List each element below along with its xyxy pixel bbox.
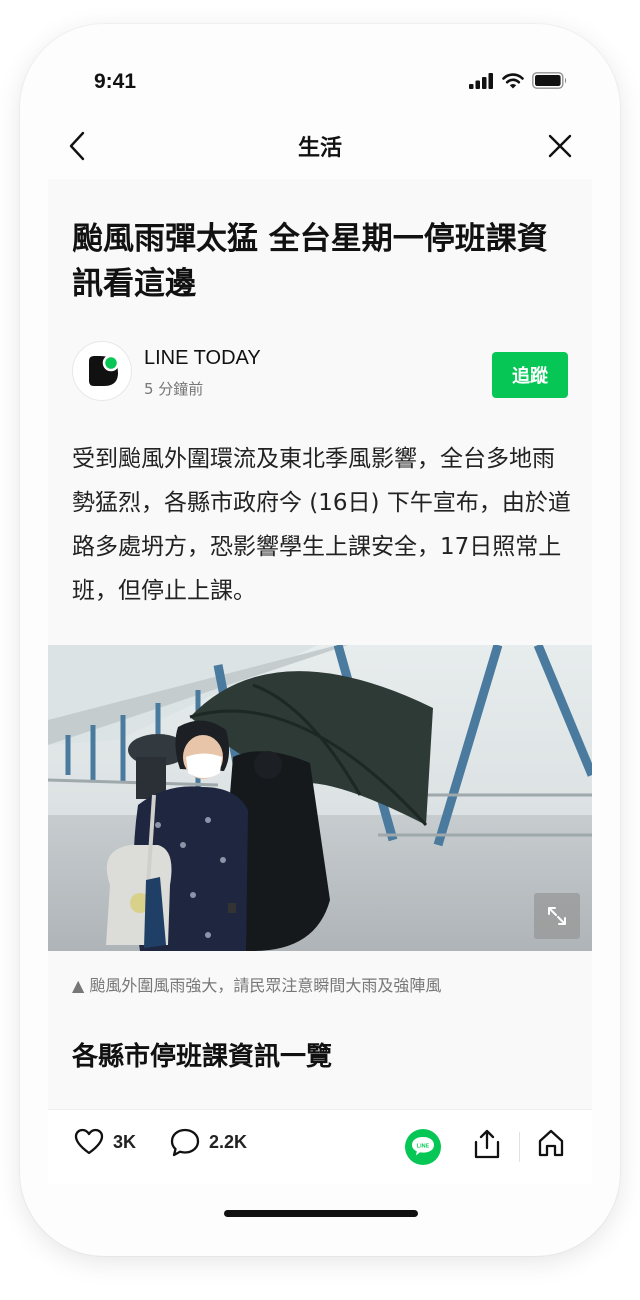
heart-icon	[74, 1128, 104, 1155]
bottom-action-bar: 3K 2.2K LINE	[48, 1109, 592, 1184]
expand-icon	[548, 907, 566, 925]
publisher-row: LINE TODAY 5 分鐘前 追蹤	[72, 341, 568, 401]
line-logo-icon: LINE	[405, 1129, 441, 1165]
close-button[interactable]	[540, 126, 580, 166]
section-title: 各縣市停班課資訊一覽	[72, 1042, 333, 1072]
close-icon	[548, 134, 572, 158]
publisher-name[interactable]: LINE TODAY	[144, 347, 261, 370]
share-button[interactable]	[472, 1128, 502, 1160]
image-caption: ▲ 颱風外圍風雨強大，請民眾注意瞬間大雨及強陣風	[72, 976, 442, 995]
comment-count: 2.2K	[209, 1132, 248, 1152]
status-bar: 9:41	[20, 64, 620, 104]
line-logo-text: LINE	[417, 1143, 430, 1149]
publish-time: 5 分鐘前	[144, 380, 204, 398]
follow-button[interactable]: 追蹤	[492, 352, 568, 398]
home-button[interactable]	[536, 1128, 566, 1158]
phone-frame: 9:41 生活 颱風雨彈太猛 全台星期一停班課資訊看這邊 LINE TODAY …	[20, 24, 620, 1256]
home-icon	[538, 1129, 564, 1157]
nav-bar: 生活	[20, 122, 620, 174]
line-today-logo-icon	[89, 354, 120, 386]
status-icons	[469, 72, 568, 89]
article-body: 受到颱風外圍環流及東北季風影響，全台多地雨勢猛烈，各縣市政府今 (16日) 下午…	[72, 446, 571, 604]
wifi-icon	[502, 72, 524, 88]
nav-title: 生活	[297, 136, 342, 161]
share-icon	[474, 1129, 500, 1159]
publisher-logo[interactable]	[72, 341, 132, 401]
comment-button[interactable]: 2.2K	[170, 1128, 247, 1157]
article-headline: 颱風雨彈太猛 全台星期一停班課資訊看這邊	[72, 221, 548, 302]
line-share-button[interactable]: LINE	[404, 1128, 442, 1166]
like-count: 3K	[113, 1131, 137, 1152]
divider	[519, 1132, 520, 1162]
expand-image-button[interactable]	[534, 893, 580, 939]
status-time: 9:41	[94, 70, 137, 93]
article-photo[interactable]	[48, 645, 592, 951]
article-content[interactable]: 颱風雨彈太猛 全台星期一停班課資訊看這邊 LINE TODAY 5 分鐘前 追蹤…	[48, 179, 592, 1109]
battery-icon	[532, 72, 567, 89]
like-button[interactable]: 3K	[74, 1128, 136, 1156]
signal-icon	[469, 72, 493, 89]
home-indicator	[224, 1210, 418, 1217]
umbrella-photo-illustration	[48, 645, 592, 951]
comment-bubble-icon	[170, 1128, 200, 1157]
